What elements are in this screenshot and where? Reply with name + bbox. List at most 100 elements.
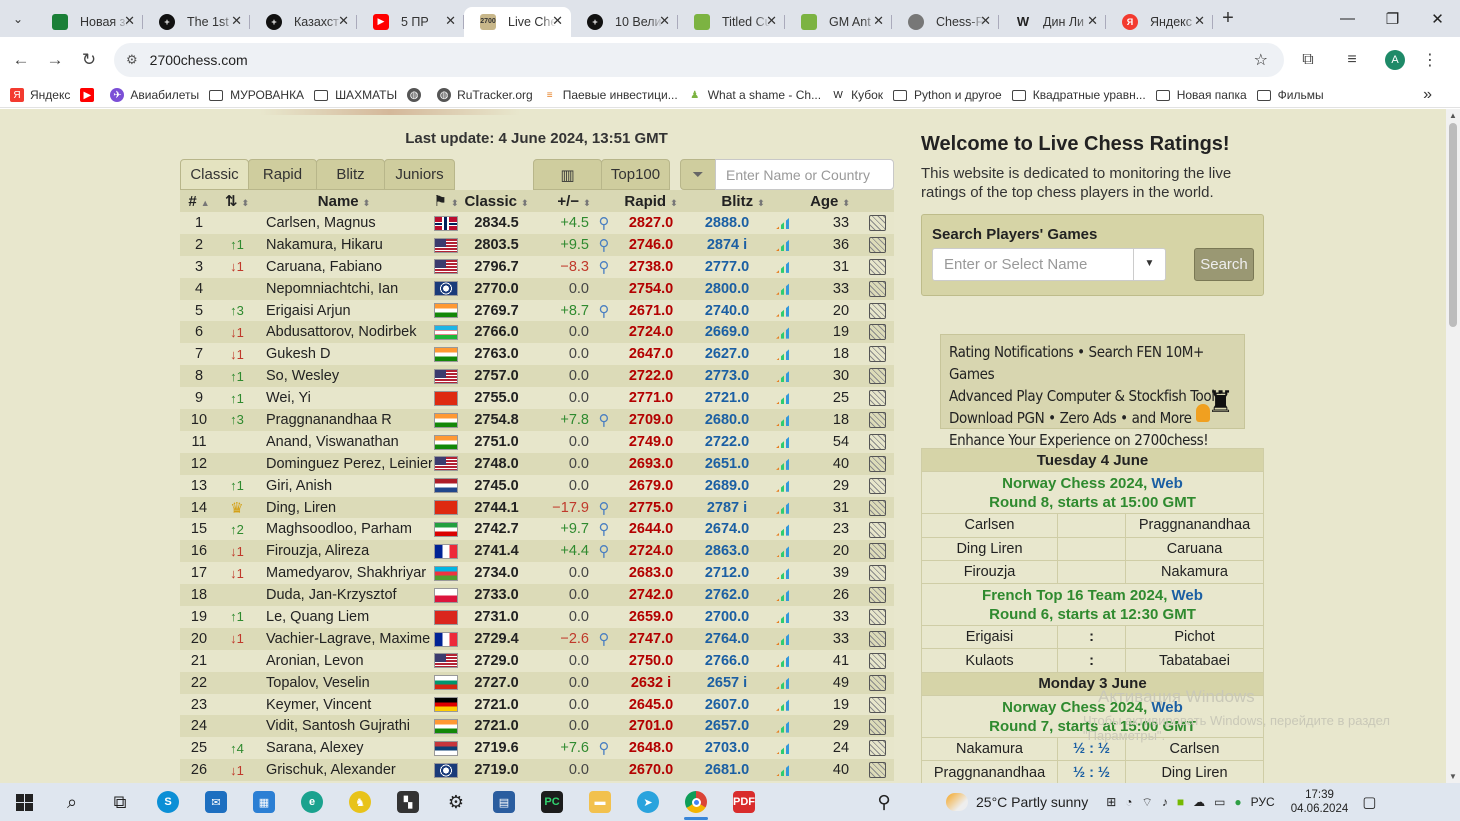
browser-tab[interactable]: + Казахст ✕	[250, 7, 357, 37]
rating-chart-icon[interactable]	[776, 326, 791, 339]
close-tab-icon[interactable]: ✕	[231, 13, 242, 29]
rating-chart-icon[interactable]	[776, 304, 791, 317]
white-player[interactable]: Praggnanandhaa	[921, 760, 1058, 783]
page-scrollbar[interactable]: ▲ ▼	[1446, 109, 1460, 783]
player-name-link[interactable]: Mamedyarov, Shakhriyar	[256, 562, 432, 585]
weather-widget[interactable]: 25°C Partly sunny	[946, 793, 1088, 811]
table-row[interactable]: 8 ↑1 So, Wesley 2757.0 0.0 2722.0 2773.0 30	[180, 365, 895, 388]
table-row[interactable]: 24 Vidit, Santosh Gujrathi 2721.0 0.0 2701.0…	[180, 715, 895, 738]
col-change[interactable]: ⇅ ⬍	[218, 190, 256, 212]
bookmark-item[interactable]: W Кубок	[831, 88, 883, 102]
col-age[interactable]: Age ⬍	[799, 190, 862, 212]
bookmark-item[interactable]: ◍	[407, 88, 427, 102]
close-tab-icon[interactable]: ✕	[1087, 13, 1098, 29]
chrome-icon[interactable]	[672, 783, 720, 821]
table-row[interactable]: 17 ↓1 Mamedyarov, Shakhriyar 2734.0 0.0 2683.…	[180, 562, 895, 585]
close-tab-icon[interactable]: ✕	[873, 13, 884, 29]
chessboard-icon[interactable]	[869, 740, 887, 757]
address-bar[interactable]: ⚙ 2700chess.com ☆	[114, 43, 1284, 77]
tab-blitz[interactable]: Blitz	[316, 159, 385, 190]
chess-app-icon[interactable]: ♞	[336, 783, 384, 821]
chessboard-icon[interactable]	[869, 521, 887, 538]
premium-promo-banner[interactable]: Rating Notifications • Search FEN 10M+ G…	[940, 334, 1245, 449]
table-row[interactable]: 19 ↑1 Le, Quang Liem 2731.0 0.0 2659.0 2700.0 3…	[180, 606, 895, 628]
magnifier-icon[interactable]: ⚲	[599, 542, 610, 560]
media-icon[interactable]: ≡	[1332, 51, 1372, 69]
chessboard-icon[interactable]	[869, 718, 887, 735]
table-row[interactable]: 7 ↓1 Gukesh D 2763.0 0.0 2647.0 2627.0 18	[180, 343, 895, 366]
game-result[interactable]	[1057, 536, 1126, 561]
close-tab-icon[interactable]: ✕	[1194, 13, 1205, 29]
tournament-web-link[interactable]: Web	[1172, 587, 1203, 604]
extensions-icon[interactable]: ⧉	[1284, 51, 1332, 69]
magnifier-icon[interactable]: ⚲	[599, 258, 610, 276]
table-row[interactable]: 1 Carlsen, Magnus 2834.5 +4.5 ⚲ 2827.0 2888.0 3…	[180, 212, 895, 234]
bookmark-item[interactable]: Фильмы	[1256, 88, 1324, 102]
wifi-icon[interactable]: ⌔	[1142, 795, 1153, 810]
chessboard-icon[interactable]	[869, 674, 887, 691]
pdf-reader-icon[interactable]: PDF	[720, 783, 768, 821]
table-row[interactable]: 25 ↑4 Sarana, Alexey 2719.6 +7.6 ⚲ 2648.0 2703.…	[180, 737, 895, 760]
player-name-link[interactable]: Nepomniachtchi, Ian	[256, 277, 432, 300]
browser-tab[interactable]: ▶ 5 ПР ✕	[357, 7, 464, 37]
rating-chart-icon[interactable]	[776, 501, 791, 514]
rating-chart-icon[interactable]	[776, 479, 791, 492]
store-icon[interactable]: ▦	[240, 783, 288, 821]
tab-rapid[interactable]: Rapid	[248, 159, 317, 190]
chart-view-button[interactable]: ▥	[533, 159, 602, 190]
black-player[interactable]: Nakamura	[1125, 559, 1264, 585]
rating-chart-icon[interactable]	[776, 698, 791, 711]
network-icon[interactable]: ◔	[1125, 795, 1132, 809]
bookmark-item[interactable]: Квадратные уравн...	[1011, 88, 1146, 102]
player-name-link[interactable]: Aronian, Levon	[256, 649, 432, 672]
bookmark-item[interactable]: ✈ Авиабилеты	[110, 88, 199, 102]
table-row[interactable]: 14 ♛ Ding, Liren 2744.1 −17.9 ⚲ 2775.0 2787 i 31	[180, 496, 895, 519]
black-player[interactable]: Tabatabaei	[1125, 648, 1264, 673]
table-row[interactable]: 9 ↑1 Wei, Yi 2755.0 0.0 2771.0 2721.0 25	[180, 387, 895, 410]
table-row[interactable]: 15 ↑2 Maghsoodloo, Parham 2742.7 +9.7 ⚲ 2644.0…	[180, 518, 895, 541]
magnifier-icon[interactable]: ⚲	[599, 236, 610, 254]
rating-chart-icon[interactable]	[776, 348, 791, 361]
close-tab-icon[interactable]: ✕	[124, 13, 135, 29]
player-name-link[interactable]: Maghsoodloo, Parham	[256, 518, 432, 541]
rating-chart-icon[interactable]	[776, 239, 791, 251]
col-flag[interactable]: ⚑ ⬍	[432, 190, 460, 212]
game-result[interactable]	[1057, 559, 1126, 585]
table-row[interactable]: 22 Topalov, Veselin 2727.0 0.0 2632 i 2657 i 4…	[180, 671, 895, 694]
black-player[interactable]: Praggnanandhaa	[1125, 513, 1264, 538]
battery-icon[interactable]: ▭	[1214, 795, 1225, 809]
media-player-icon[interactable]: ▤	[480, 783, 528, 821]
browser-tab[interactable]: 2700 Live Che ✕	[464, 6, 571, 37]
chessboard-icon[interactable]	[869, 696, 887, 713]
back-arrow-icon[interactable]: ←	[4, 50, 38, 70]
more-bookmarks-icon[interactable]: »	[1423, 86, 1432, 104]
table-row[interactable]: 20 ↓1 Vachier-Lagrave, Maxime 2729.4 −2.6 ⚲ 27…	[180, 627, 895, 650]
clock[interactable]: 17:39 04.06.2024	[1291, 788, 1349, 816]
chessboard-icon[interactable]	[869, 215, 887, 232]
bookmark-item[interactable]: Новая папка	[1155, 88, 1247, 102]
browser-tab[interactable]: Новая за ✕	[36, 7, 143, 37]
chessboard-icon[interactable]	[869, 324, 887, 341]
player-name-link[interactable]: Keymer, Vincent	[256, 693, 432, 716]
chessboard-icon[interactable]	[869, 258, 887, 275]
rating-chart-icon[interactable]	[776, 654, 791, 667]
chessboard-icon[interactable]	[869, 543, 887, 560]
chessboard-icon[interactable]	[869, 368, 887, 385]
table-row[interactable]: 4 Nepomniachtchi, Ian 2770.0 0.0 2754.0 2800.…	[180, 277, 895, 300]
player-name-link[interactable]: Anand, Viswanathan	[256, 430, 432, 453]
bookmark-item[interactable]: Python и другое	[893, 88, 1002, 102]
table-row[interactable]: 16 ↓1 Firouzja, Alireza 2741.4 +4.4 ⚲ 2724.0 28…	[180, 540, 895, 563]
table-row[interactable]: 12 Dominguez Perez, Leinier 2748.0 0.0 2693.…	[180, 452, 895, 475]
rating-chart-icon[interactable]	[776, 282, 791, 295]
menu-dots-icon[interactable]: ⋮	[1418, 50, 1442, 70]
browser-tab[interactable]: W Дин Ли ✕	[999, 7, 1106, 37]
browser-tab[interactable]: +10 Вели ✕	[571, 7, 678, 37]
close-tab-icon[interactable]: ✕	[445, 13, 456, 29]
table-row[interactable]: 6 ↓1 Abdusattorov, Nodirbek 2766.0 0.0 2724.0…	[180, 321, 895, 344]
bookmark-item[interactable]: ШАХМАТЫ	[314, 88, 397, 102]
browser-tab[interactable]: Titled Cu ✕	[678, 7, 785, 37]
chessboard-icon[interactable]	[869, 390, 887, 407]
player-name-link[interactable]: Topalov, Veselin	[256, 671, 432, 694]
close-tab-icon[interactable]: ✕	[659, 13, 670, 29]
magnifier-icon[interactable]: ⚲	[599, 630, 610, 648]
